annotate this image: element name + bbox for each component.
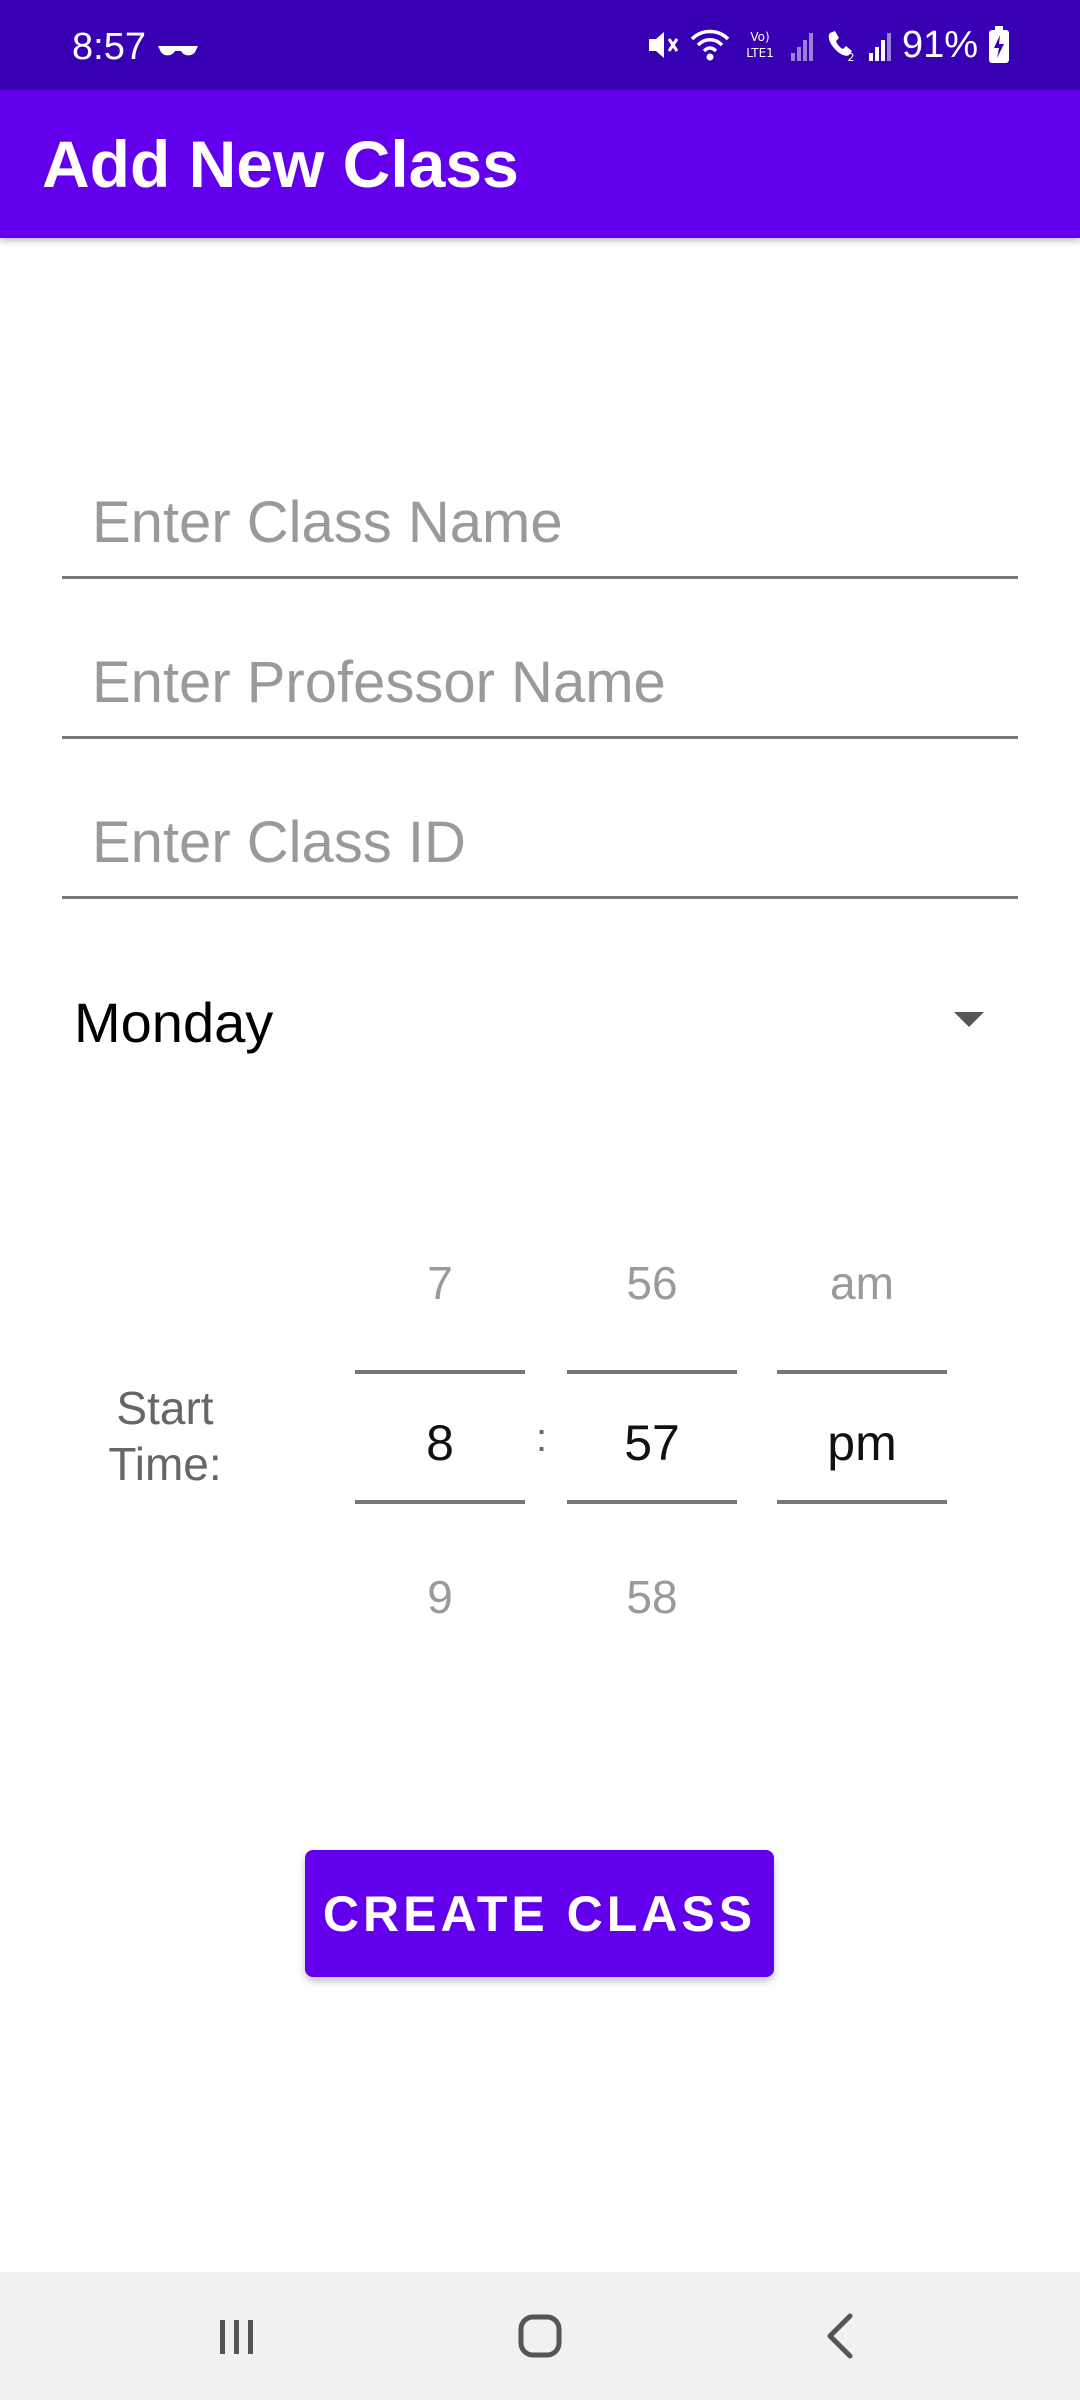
minute-prev[interactable]: 56 bbox=[567, 1260, 737, 1306]
picker-divider bbox=[777, 1370, 947, 1374]
battery-charging-icon bbox=[989, 26, 1009, 63]
professor-name-input[interactable] bbox=[92, 644, 992, 720]
status-icons: Vo) LTE1 2 91% bbox=[646, 22, 1010, 68]
create-class-button[interactable]: CREATE CLASS bbox=[305, 1850, 774, 1977]
volte-lte-icon: Vo) LTE1 bbox=[746, 30, 774, 60]
svg-text:Vo): Vo) bbox=[750, 30, 769, 44]
class-name-field[interactable] bbox=[62, 466, 1018, 579]
home-button[interactable] bbox=[504, 2300, 576, 2372]
svg-text:LTE1: LTE1 bbox=[746, 46, 774, 60]
recent-apps-button[interactable] bbox=[201, 2300, 273, 2372]
picker-divider bbox=[355, 1370, 525, 1374]
minute-selected[interactable]: 57 bbox=[567, 1418, 737, 1468]
day-spinner[interactable]: Monday bbox=[62, 970, 1018, 1075]
hour-prev[interactable]: 7 bbox=[355, 1260, 525, 1306]
ampm-picker[interactable]: am pm bbox=[777, 1240, 947, 1610]
hour-picker[interactable]: 7 8 9 bbox=[355, 1240, 525, 1620]
status-bar: 8:57 Vo) LTE1 2 91% bbox=[0, 0, 1080, 90]
app-bar: Add New Class bbox=[0, 90, 1080, 238]
minute-picker[interactable]: 56 57 58 bbox=[567, 1240, 737, 1620]
class-id-field[interactable] bbox=[62, 786, 1018, 899]
professor-name-field[interactable] bbox=[62, 626, 1018, 739]
minute-next[interactable]: 58 bbox=[567, 1574, 737, 1620]
back-icon bbox=[827, 2313, 853, 2359]
class-id-input[interactable] bbox=[92, 804, 992, 880]
wifi-calling-icon: 2 bbox=[828, 31, 854, 63]
mute-icon bbox=[648, 32, 679, 58]
signal-icon bbox=[790, 33, 813, 61]
home-icon bbox=[518, 2314, 562, 2358]
day-spinner-value: Monday bbox=[74, 991, 274, 1054]
navigation-bar bbox=[0, 2272, 1080, 2400]
signal-icon bbox=[868, 33, 891, 61]
ampm-selected[interactable]: pm bbox=[777, 1418, 947, 1468]
picker-divider bbox=[355, 1500, 525, 1504]
page-title: Add New Class bbox=[42, 127, 519, 201]
class-name-input[interactable] bbox=[92, 484, 992, 560]
picker-divider bbox=[567, 1370, 737, 1374]
ampm-prev[interactable]: am bbox=[777, 1260, 947, 1306]
svg-text:2: 2 bbox=[847, 51, 854, 63]
picker-divider bbox=[777, 1500, 947, 1504]
hour-next[interactable]: 9 bbox=[355, 1574, 525, 1620]
hour-selected[interactable]: 8 bbox=[355, 1418, 525, 1468]
picker-divider bbox=[567, 1500, 737, 1504]
back-button[interactable] bbox=[806, 2300, 878, 2372]
wifi-icon bbox=[690, 29, 730, 61]
battery-percent: 91% bbox=[901, 24, 978, 66]
dropdown-arrow-icon[interactable] bbox=[954, 1012, 984, 1027]
status-time: 8:57 bbox=[72, 26, 146, 68]
glasses-icon bbox=[158, 46, 198, 56]
time-separator: : bbox=[536, 1416, 548, 1460]
start-time-label: Start Time: bbox=[108, 1382, 222, 1490]
recent-apps-icon bbox=[220, 2320, 253, 2354]
